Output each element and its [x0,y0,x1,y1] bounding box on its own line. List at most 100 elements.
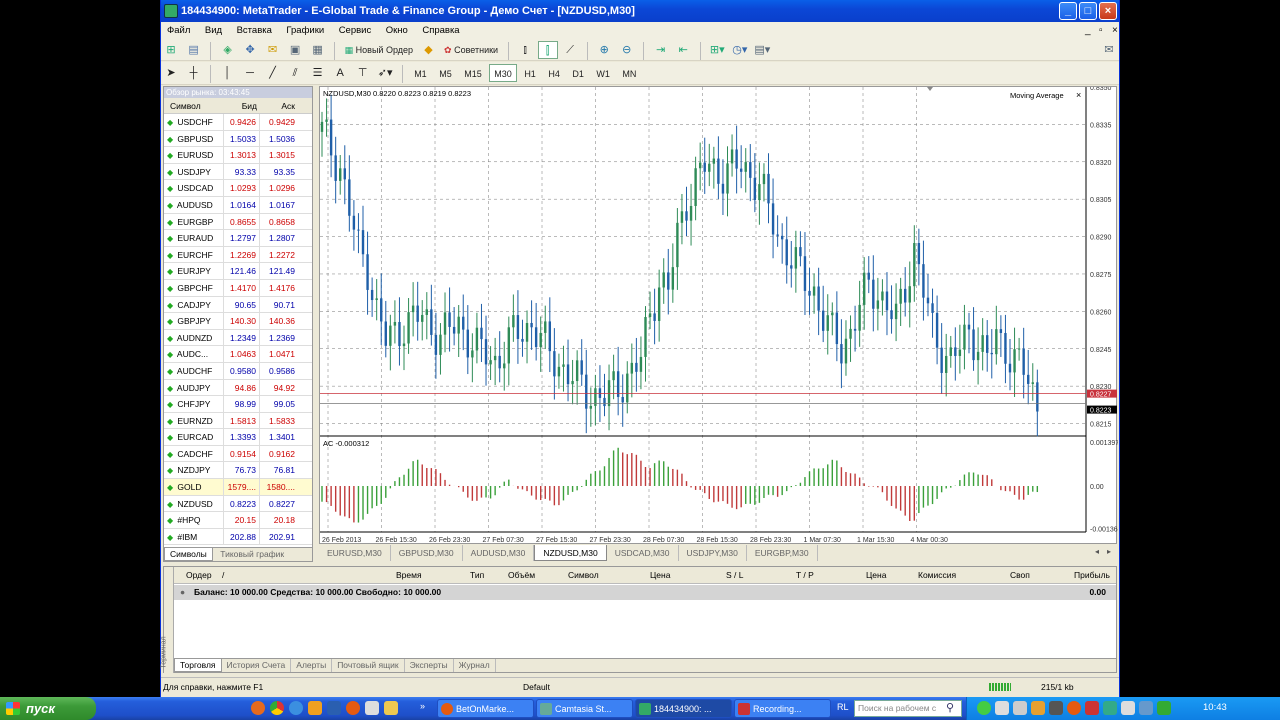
col-price[interactable]: Цена [650,570,670,580]
strategy-tester-icon[interactable]: ▦ [308,41,328,59]
tab-tick-chart[interactable]: Тиковый график [215,548,289,561]
market-watch-row[interactable]: ◆ NZDUSD 0.8223 0.8227 [164,495,312,513]
market-watch-row[interactable]: ◆ CADJPY 90.65 90.71 [164,296,312,314]
terminal-icon[interactable]: ▣ [285,41,305,59]
tray-volume-icon[interactable] [1121,701,1135,715]
arrows-icon[interactable]: ➶▾ [375,64,395,82]
minimize-button[interactable]: _ [1059,2,1077,20]
folder-icon[interactable] [384,701,398,715]
market-watch-row[interactable]: ◆ EURCAD 1.3393 1.3401 [164,429,312,446]
col-tp[interactable]: T / P [796,570,814,580]
tray-sync-icon[interactable] [1103,701,1117,715]
avast-icon[interactable] [251,701,265,715]
timeframe-h4[interactable]: H4 [543,64,565,82]
menu-window[interactable]: Окно [380,22,414,39]
col-symbol[interactable]: Символ [164,98,224,113]
candlesticks-icon[interactable]: ⫿ [537,41,558,59]
market-watch-row[interactable]: ◆ CHFJPY 98.99 99.05 [164,396,312,413]
media-icon[interactable] [308,701,322,715]
market-watch-row[interactable]: ◆ NZDJPY 76.73 76.81 [164,462,312,480]
text-tool-icon[interactable]: A [330,64,350,82]
chrome-icon[interactable] [270,701,284,715]
tray-devices-icon[interactable] [1013,701,1027,715]
fibonacci-icon[interactable]: ☰ [308,64,328,82]
quicklaunch-expand-icon[interactable]: » [420,701,425,711]
ie-icon[interactable] [289,701,303,715]
chart-tab-usdcad[interactable]: USDCAD,M30 [607,545,679,561]
market-watch-row[interactable]: ◆ USDJPY 93.33 93.35 [164,163,312,181]
zoom-in-icon[interactable]: ⊕ [594,41,614,59]
col-commission[interactable]: Комиссия [918,570,956,580]
timeframe-d1[interactable]: D1 [567,64,589,82]
templates-icon[interactable]: ▤▾ [752,41,772,59]
menu-view[interactable]: Вид [199,22,228,39]
market-watch-row[interactable]: ◆ EURUSD 1.3013 1.3015 [164,147,312,164]
new-chart-icon[interactable]: ⊞ [161,41,181,59]
timeframe-h1[interactable]: H1 [519,64,541,82]
market-watch-row[interactable]: ◆ GOLD 1579.... 1580.... [164,479,312,496]
auto-scroll-icon[interactable]: ⇥ [651,41,671,59]
market-watch-row[interactable]: ◆ #HPQ 20.15 20.18 [164,512,312,529]
col-type[interactable]: Тип [470,570,484,580]
bar-chart-icon[interactable]: ⫾ [515,41,535,59]
language-indicator[interactable]: RL [837,702,849,712]
document-icon[interactable] [365,701,379,715]
tray-security-icon[interactable] [1157,701,1171,715]
tab-mailbox[interactable]: Почтовый ящик [332,659,405,672]
tray-keyboard-icon[interactable] [1049,701,1063,715]
cursor-icon[interactable]: ➤ [161,64,181,82]
menu-charts[interactable]: Графики [280,22,330,39]
chart-shift-icon[interactable]: ⇤ [673,41,693,59]
close-button[interactable]: × [1099,2,1117,20]
tab-account-history[interactable]: История Счета [222,659,292,672]
market-watch-row[interactable]: ◆ EURCHF 1.2269 1.2272 [164,246,312,264]
col-profit[interactable]: Прибыль [1074,570,1110,580]
col-ask[interactable]: Аск [260,98,298,113]
tray-app-icon[interactable] [1031,701,1045,715]
chat-icon[interactable]: ✉ [1099,41,1119,59]
market-watch-row[interactable]: ◆ #IBM 202.88 202.91 [164,528,312,546]
market-watch-row[interactable]: ◆ CADCHF 0.9154 0.9162 [164,445,312,463]
navigator-icon[interactable]: ✥ [240,41,260,59]
timeframe-m5[interactable]: M5 [434,64,457,82]
start-button[interactable]: пуск [0,697,96,720]
tray-monitor-icon[interactable] [1139,701,1153,715]
mdi-close-button[interactable]: × [1106,22,1124,39]
crosshair-icon[interactable]: ┼ [184,64,204,82]
menu-help[interactable]: Справка [416,22,465,39]
market-watch-row[interactable]: ◆ GBPUSD 1.5033 1.5036 [164,130,312,148]
tab-alerts[interactable]: Алерты [291,659,333,672]
chart-tab-usdjpy[interactable]: USDJPY,M30 [679,545,747,561]
title-bar[interactable]: 184434900: MetaTrader - E-Global Trade &… [161,0,1119,22]
profiles-icon[interactable]: ▤ [184,41,204,59]
vertical-line-icon[interactable]: │ [218,64,238,82]
task-metatrader[interactable]: 184434900: ... [635,699,732,718]
timeframe-m15[interactable]: M15 [459,64,487,82]
market-watch-row[interactable]: ◆ USDCHF 0.9426 0.9429 [164,114,312,131]
col-order[interactable]: Ордер [186,570,212,580]
search-icon[interactable]: ⚲ [946,701,954,714]
col-swap[interactable]: Своп [1010,570,1030,580]
experts-button[interactable]: ✿ Советники [441,41,501,59]
tab-experts[interactable]: Эксперты [405,659,454,672]
market-watch-row[interactable]: ◆ AUDUSD 1.0164 1.0167 [164,196,312,214]
timeframe-mn[interactable]: MN [617,64,641,82]
skype-icon[interactable] [327,701,341,715]
menu-tools[interactable]: Сервис [333,22,378,39]
indicators-icon[interactable]: ⊞▾ [707,41,727,59]
market-watch-row[interactable]: ◆ GBPJPY 140.30 140.36 [164,313,312,330]
tab-symbols[interactable]: Символы [164,548,213,561]
market-watch-row[interactable]: ◆ GBPCHF 1.4170 1.4176 [164,279,312,297]
col-bid[interactable]: Бид [224,98,260,113]
chart-tab-eurusd[interactable]: EURUSD,M30 [319,545,391,561]
chart-tab-audusd[interactable]: AUDUSD,M30 [463,545,535,561]
chart-tab-nzdusd[interactable]: NZDUSD,M30 [534,545,607,561]
timeframe-w1[interactable]: W1 [591,64,615,82]
market-watch-row[interactable]: ◆ AUDJPY 94.86 94.92 [164,379,312,397]
col-time[interactable]: Время [396,570,422,580]
task-betonmarkets[interactable]: BetOnMarke... [437,699,534,718]
trendline-icon[interactable]: ╱ [263,64,283,82]
line-chart-icon[interactable]: ⟋ [560,41,580,59]
equidistant-channel-icon[interactable]: ⫽ [285,64,305,82]
chart-window[interactable]: 0.8350 0.8335 0.8320 0.8305 0.8290 0.8275 0.82… [319,85,1119,544]
